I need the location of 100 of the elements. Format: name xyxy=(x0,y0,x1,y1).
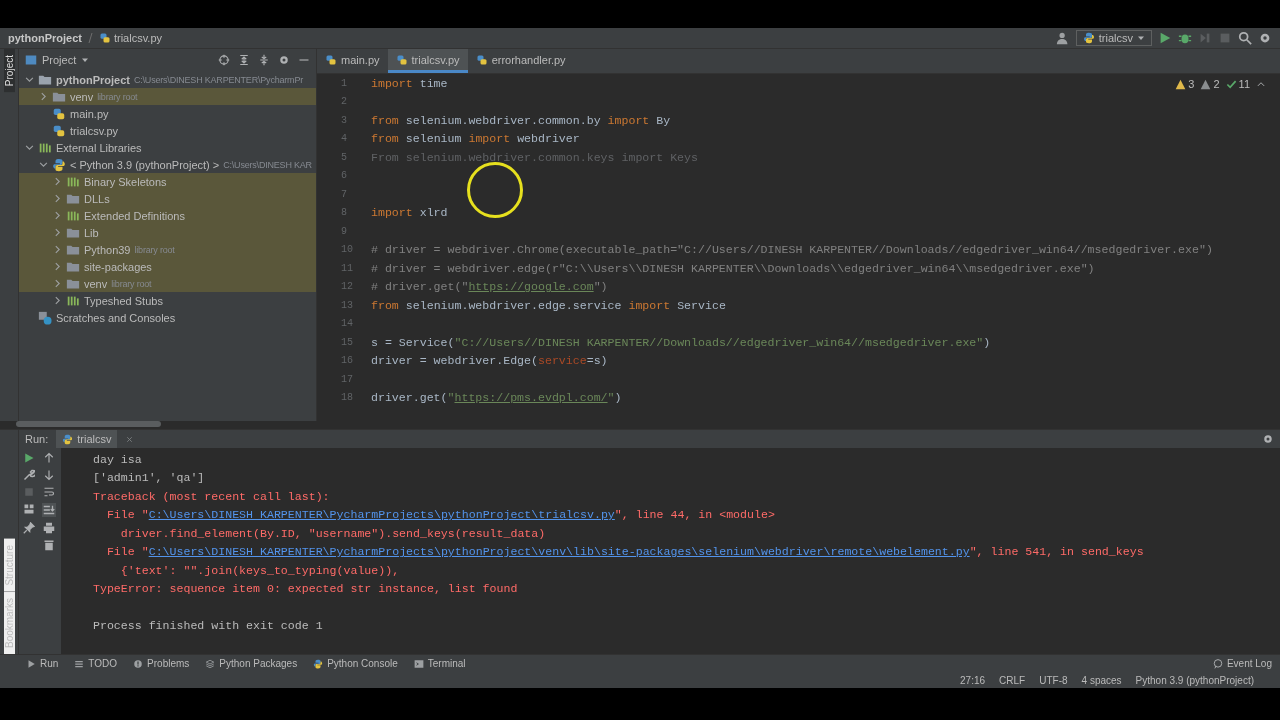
typo-count[interactable]: 11 xyxy=(1238,78,1250,90)
console-line: File "C:\Users\DINESH KARPENTER\PycharmProjects\pythonProject\venv\lib\site-packages\selenium\webdriver\remote\webelement.py", line 541, in send_keys xyxy=(105,544,1144,561)
tool-tab[interactable]: Python Packages xyxy=(205,658,298,669)
tree-item[interactable]: External Libraries xyxy=(56,141,142,154)
list-icon xyxy=(74,658,85,669)
speech-bubble-icon xyxy=(1212,658,1223,669)
collapse-all-icon[interactable] xyxy=(258,54,270,66)
line-number: 17 xyxy=(340,373,354,385)
settings-icon[interactable] xyxy=(1262,433,1274,445)
line-number: 1 xyxy=(340,77,348,89)
trash-icon[interactable] xyxy=(43,539,55,551)
scroll-to-end-icon[interactable] xyxy=(42,503,56,517)
tool-tab[interactable]: Python Console xyxy=(313,658,398,669)
arrow-up-icon[interactable] xyxy=(43,452,55,464)
line-number: 7 xyxy=(340,188,348,200)
tool-tab[interactable]: Problems xyxy=(133,658,190,669)
run-icon[interactable] xyxy=(1158,31,1172,45)
wrench-icon[interactable] xyxy=(23,469,35,481)
tree-item[interactable]: Lib xyxy=(84,226,99,239)
status-item[interactable]: UTF-8 xyxy=(1039,674,1068,686)
python-logo-icon xyxy=(1082,32,1095,44)
tree-item[interactable]: DLLs xyxy=(84,192,110,205)
editor-tab[interactable]: errorhandler.py xyxy=(467,49,574,73)
python-file-icon xyxy=(395,53,408,66)
user-icon[interactable] xyxy=(1055,31,1070,45)
file-link[interactable]: C:\Users\DINESH KARPENTER\PycharmProjects\pythonProject\venv\lib\site-packages\selenium\webdriver\remote\webelement.py xyxy=(148,545,970,559)
code-line: driver.get("https://pms.evdpl.com/") xyxy=(371,391,622,405)
arrow-down-icon[interactable] xyxy=(43,469,55,481)
editor-tab[interactable]: main.py xyxy=(317,49,388,73)
breadcrumb-project[interactable]: pythonProject xyxy=(8,32,82,44)
settings-icon[interactable] xyxy=(1258,31,1272,45)
tool-tab[interactable]: Run xyxy=(26,658,59,669)
tree-item[interactable]: venv xyxy=(70,90,94,103)
code-line: import xlrd xyxy=(371,206,448,220)
warning-count[interactable]: 3 xyxy=(1188,78,1195,90)
crosshair-icon[interactable] xyxy=(218,54,230,66)
close-icon[interactable] xyxy=(125,434,135,444)
expand-all-icon[interactable] xyxy=(238,54,250,66)
status-item[interactable]: 4 spaces xyxy=(1081,674,1122,686)
info-icon xyxy=(133,658,144,669)
print-icon[interactable] xyxy=(43,522,55,534)
run-configuration-dropdown[interactable]: trialcsv xyxy=(1075,30,1152,46)
weak-warning-count[interactable]: 2 xyxy=(1213,78,1220,90)
chevron-right-icon[interactable] xyxy=(39,91,48,101)
pin-icon[interactable] xyxy=(23,522,35,534)
console-tab[interactable]: trialcsv xyxy=(56,430,118,448)
path-hint: library root xyxy=(97,91,138,102)
exit-message: Process finished with exit code 1 xyxy=(93,618,324,635)
layout-icon[interactable] xyxy=(23,503,35,515)
breadcrumb-file[interactable]: trialcsv.py xyxy=(113,32,163,44)
code-line: s = Service("C://Users//DINESH KARPENTER//Downloads//edgedriver_win64//msedgedriver.exe") xyxy=(371,335,991,349)
panel-icon xyxy=(25,54,37,66)
tree-item[interactable]: Typeshed Stubs xyxy=(84,294,163,307)
project-view-dropdown[interactable]: Project xyxy=(42,54,77,66)
tree-item[interactable]: trialcsv.py xyxy=(70,124,119,137)
settings-icon[interactable] xyxy=(278,54,290,66)
cursor-highlight xyxy=(467,162,523,218)
python-logo-icon xyxy=(52,157,66,172)
status-item[interactable]: Python 3.9 (pythonProject) xyxy=(1135,674,1254,686)
typo-check-icon xyxy=(1225,78,1237,90)
code-line: # driver = webdriver.Chrome(executable_path="C://Users//DINESH KARPENTER//Downloads//edgedriver_win64//msedgedriver.exe") xyxy=(371,243,1213,257)
soft-wrap-icon[interactable] xyxy=(43,486,55,498)
play-icon xyxy=(26,658,36,669)
tree-item[interactable]: site-packages xyxy=(84,260,152,273)
tree-item[interactable]: pythonProject xyxy=(56,73,130,86)
code-line: from selenium.webdriver.common.by import By xyxy=(371,113,671,127)
python-file-icon xyxy=(52,106,66,121)
caret-down-icon xyxy=(81,56,90,64)
tool-tab[interactable]: TODO xyxy=(74,658,118,669)
tree-item[interactable]: main.py xyxy=(70,107,109,120)
tree-item[interactable]: Python39 xyxy=(84,243,131,256)
path-hint: library root xyxy=(134,244,175,255)
status-item[interactable]: 27:16 xyxy=(960,674,986,686)
caret-up-icon[interactable] xyxy=(1256,79,1266,89)
tree-item[interactable]: Scratches and Consoles xyxy=(56,311,176,324)
file-link[interactable]: C:\Users\DINESH KARPENTER\PycharmProjects\pythonProject\trialcsv.py xyxy=(148,508,615,522)
python-file-icon xyxy=(325,53,337,66)
console-line: driver.find_element(By.ID, "username").send_keys(result_data) xyxy=(119,525,547,542)
path-hint: C:\Users\DINESH KAR xyxy=(223,159,312,170)
python-file-icon xyxy=(475,53,488,66)
tree-item[interactable]: < Python 3.9 (pythonProject) > xyxy=(70,158,220,171)
console-line: TypeError: sequence item 0: expected str instance, list found xyxy=(93,581,519,598)
console-line: {'text': "".join(keys_to_typing(value)), xyxy=(119,562,401,579)
rerun-icon[interactable] xyxy=(23,452,35,464)
path-hint: C:\Users\DINESH KARPENTER\PycharmPr xyxy=(133,74,303,85)
warning-icon xyxy=(1200,78,1212,90)
console-line: day isa xyxy=(93,451,143,468)
line-number: 4 xyxy=(340,133,348,145)
status-item[interactable]: CRLF xyxy=(999,674,1026,686)
search-icon[interactable] xyxy=(1238,31,1252,45)
line-number: 11 xyxy=(340,262,354,274)
event-log-tab[interactable]: Event Log xyxy=(1212,658,1272,669)
tree-item[interactable]: venv xyxy=(84,277,108,290)
scrollbar-thumb[interactable] xyxy=(16,421,161,427)
path-hint: library root xyxy=(111,278,152,289)
chevron-down-icon[interactable] xyxy=(25,74,34,84)
tool-tab[interactable]: Terminal xyxy=(413,658,466,669)
editor-tab[interactable]: trialcsv.py xyxy=(387,49,468,73)
code-line: # driver = webdriver.edge(r"C:\\Users\\DINESH KARPENTER\\Downloads\\edgedriver_win64\\msedgedriver.exe") xyxy=(371,261,1095,275)
tool-window-tab[interactable]: Project xyxy=(3,49,15,93)
